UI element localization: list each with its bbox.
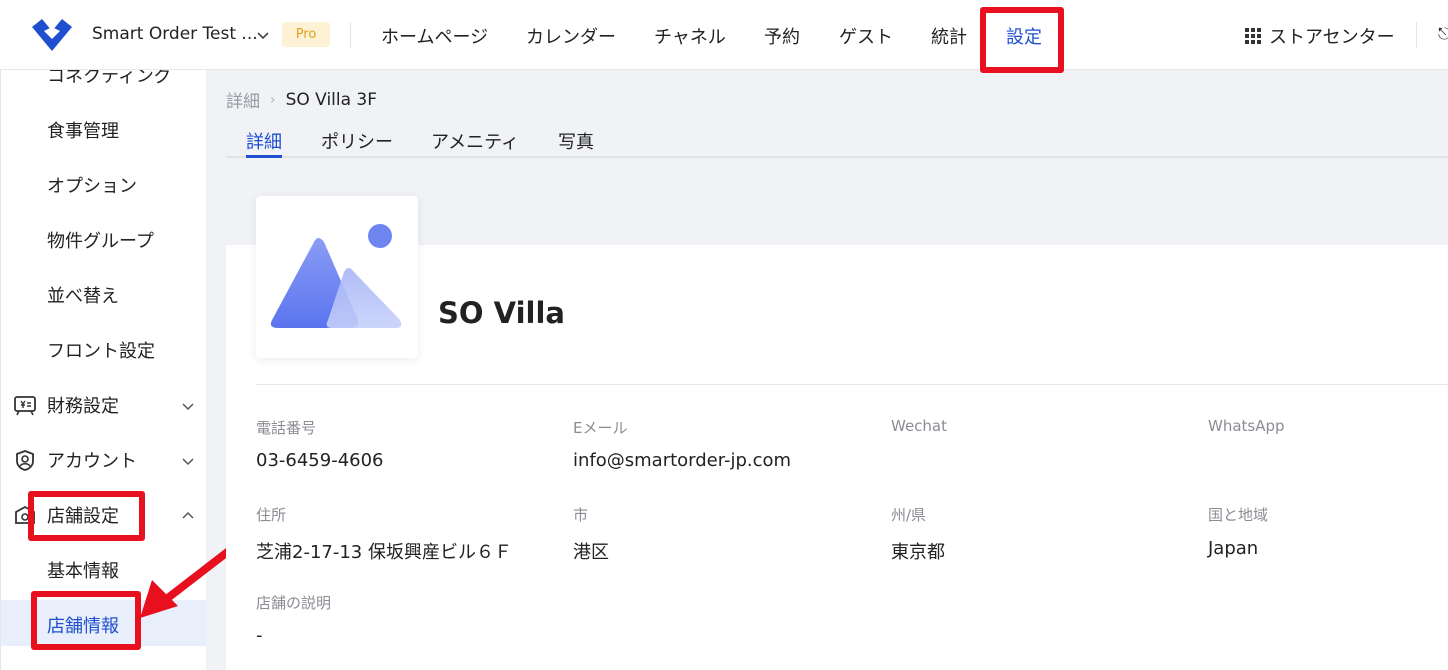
chevron-down-icon[interactable] xyxy=(181,454,195,468)
tab-photos[interactable]: 写真 xyxy=(558,128,594,154)
field-label-city: 市 xyxy=(573,506,589,524)
pro-badge: Pro xyxy=(282,22,330,47)
chevron-up-icon[interactable] xyxy=(181,509,195,523)
nav-home[interactable]: ホームページ xyxy=(381,23,488,49)
top-bar: Smart Order Test ... Pro ホームページ カレンダー チャ… xyxy=(0,0,1448,70)
breadcrumb-root[interactable]: 詳細 xyxy=(226,87,260,112)
field-label-address: 住所 xyxy=(256,506,287,524)
sidebar-group-store-settings[interactable]: 店舗設定 xyxy=(13,502,119,528)
field-label-country: 国と地域 xyxy=(1208,506,1269,524)
logout-icon[interactable]: ⎋ xyxy=(1438,24,1448,44)
sidebar-item-option[interactable]: オプション xyxy=(47,172,137,198)
brand-logo[interactable] xyxy=(30,17,74,53)
field-label-wechat: Wechat xyxy=(891,417,948,435)
image-placeholder-icon xyxy=(270,224,402,328)
nav-reservation[interactable]: 予約 xyxy=(764,23,800,49)
breadcrumb-current: SO Villa 3F xyxy=(285,89,378,110)
field-value-description: - xyxy=(256,625,263,646)
sidebar-item-front-settings[interactable]: フロント設定 xyxy=(47,337,155,363)
tab-amenities[interactable]: アメニティ xyxy=(431,128,519,154)
sidebar-item-store-info[interactable]: 店舗情報 xyxy=(47,612,119,638)
field-value-phone: 03-6459-4606 xyxy=(256,450,384,471)
tab-details[interactable]: 詳細 xyxy=(246,128,282,154)
sidebar-group-label: 財務設定 xyxy=(47,396,119,417)
nav-guest[interactable]: ゲスト xyxy=(839,23,893,49)
property-image-placeholder xyxy=(256,196,418,358)
sidebar-group-label: アカウント xyxy=(47,451,137,472)
tab-bar: 詳細 ポリシー アメニティ 写真 xyxy=(226,120,1448,158)
field-value-city: 港区 xyxy=(573,542,609,563)
divider xyxy=(350,22,351,48)
nav-channel[interactable]: チャネル xyxy=(654,23,726,49)
field-label-state: 州/県 xyxy=(891,506,927,524)
sidebar-item-connecting[interactable]: コネクティング xyxy=(47,70,172,88)
store-name[interactable]: Smart Order Test ... xyxy=(92,24,258,44)
field-label-phone: 電話番号 xyxy=(256,419,317,437)
field-label-email: Eメール xyxy=(573,419,628,437)
field-value-email: info@smartorder-jp.com xyxy=(573,450,792,471)
tab-active-indicator xyxy=(246,155,282,158)
sidebar-group-account[interactable]: アカウント xyxy=(13,447,137,473)
sidebar: コネクティング 食事管理 オプション 物件グループ 並べ替え フロント設定 財務… xyxy=(0,70,206,670)
field-label-whatsapp: WhatsApp xyxy=(1208,417,1285,435)
grid-icon xyxy=(1245,28,1261,44)
field-label-description: 店舗の説明 xyxy=(256,594,332,612)
finance-icon xyxy=(14,396,36,416)
sidebar-group-label: 店舗設定 xyxy=(47,506,119,527)
chevron-right-icon: › xyxy=(270,91,276,108)
tab-policy[interactable]: ポリシー xyxy=(321,128,393,154)
divider xyxy=(256,384,1448,385)
breadcrumb: 詳細 › SO Villa 3F xyxy=(226,87,378,113)
store-center-label: ストアセンター xyxy=(1269,27,1395,48)
field-value-address: 芝浦2-17-13 保坂興産ビル６Ｆ xyxy=(256,542,512,563)
account-icon xyxy=(16,450,34,471)
store-icon xyxy=(15,505,35,524)
chevron-down-icon[interactable] xyxy=(255,27,271,43)
sidebar-item-property-group[interactable]: 物件グループ xyxy=(47,227,154,253)
store-center-link[interactable]: ストアセンター xyxy=(1245,23,1395,49)
nav-calendar[interactable]: カレンダー xyxy=(526,23,616,49)
field-value-country: Japan xyxy=(1208,538,1259,559)
sidebar-item-meal[interactable]: 食事管理 xyxy=(47,117,119,143)
nav-statistics[interactable]: 統計 xyxy=(931,23,967,49)
property-name: SO Villa xyxy=(438,296,565,330)
chevron-down-icon[interactable] xyxy=(181,399,195,413)
sidebar-item-basic-info[interactable]: 基本情報 xyxy=(47,557,119,583)
sidebar-item-sort[interactable]: 並べ替え xyxy=(47,282,119,308)
sidebar-group-finance[interactable]: 財務設定 xyxy=(13,392,119,418)
divider xyxy=(1416,22,1417,48)
nav-settings[interactable]: 設定 xyxy=(1006,23,1042,49)
field-value-state: 東京都 xyxy=(891,542,945,563)
